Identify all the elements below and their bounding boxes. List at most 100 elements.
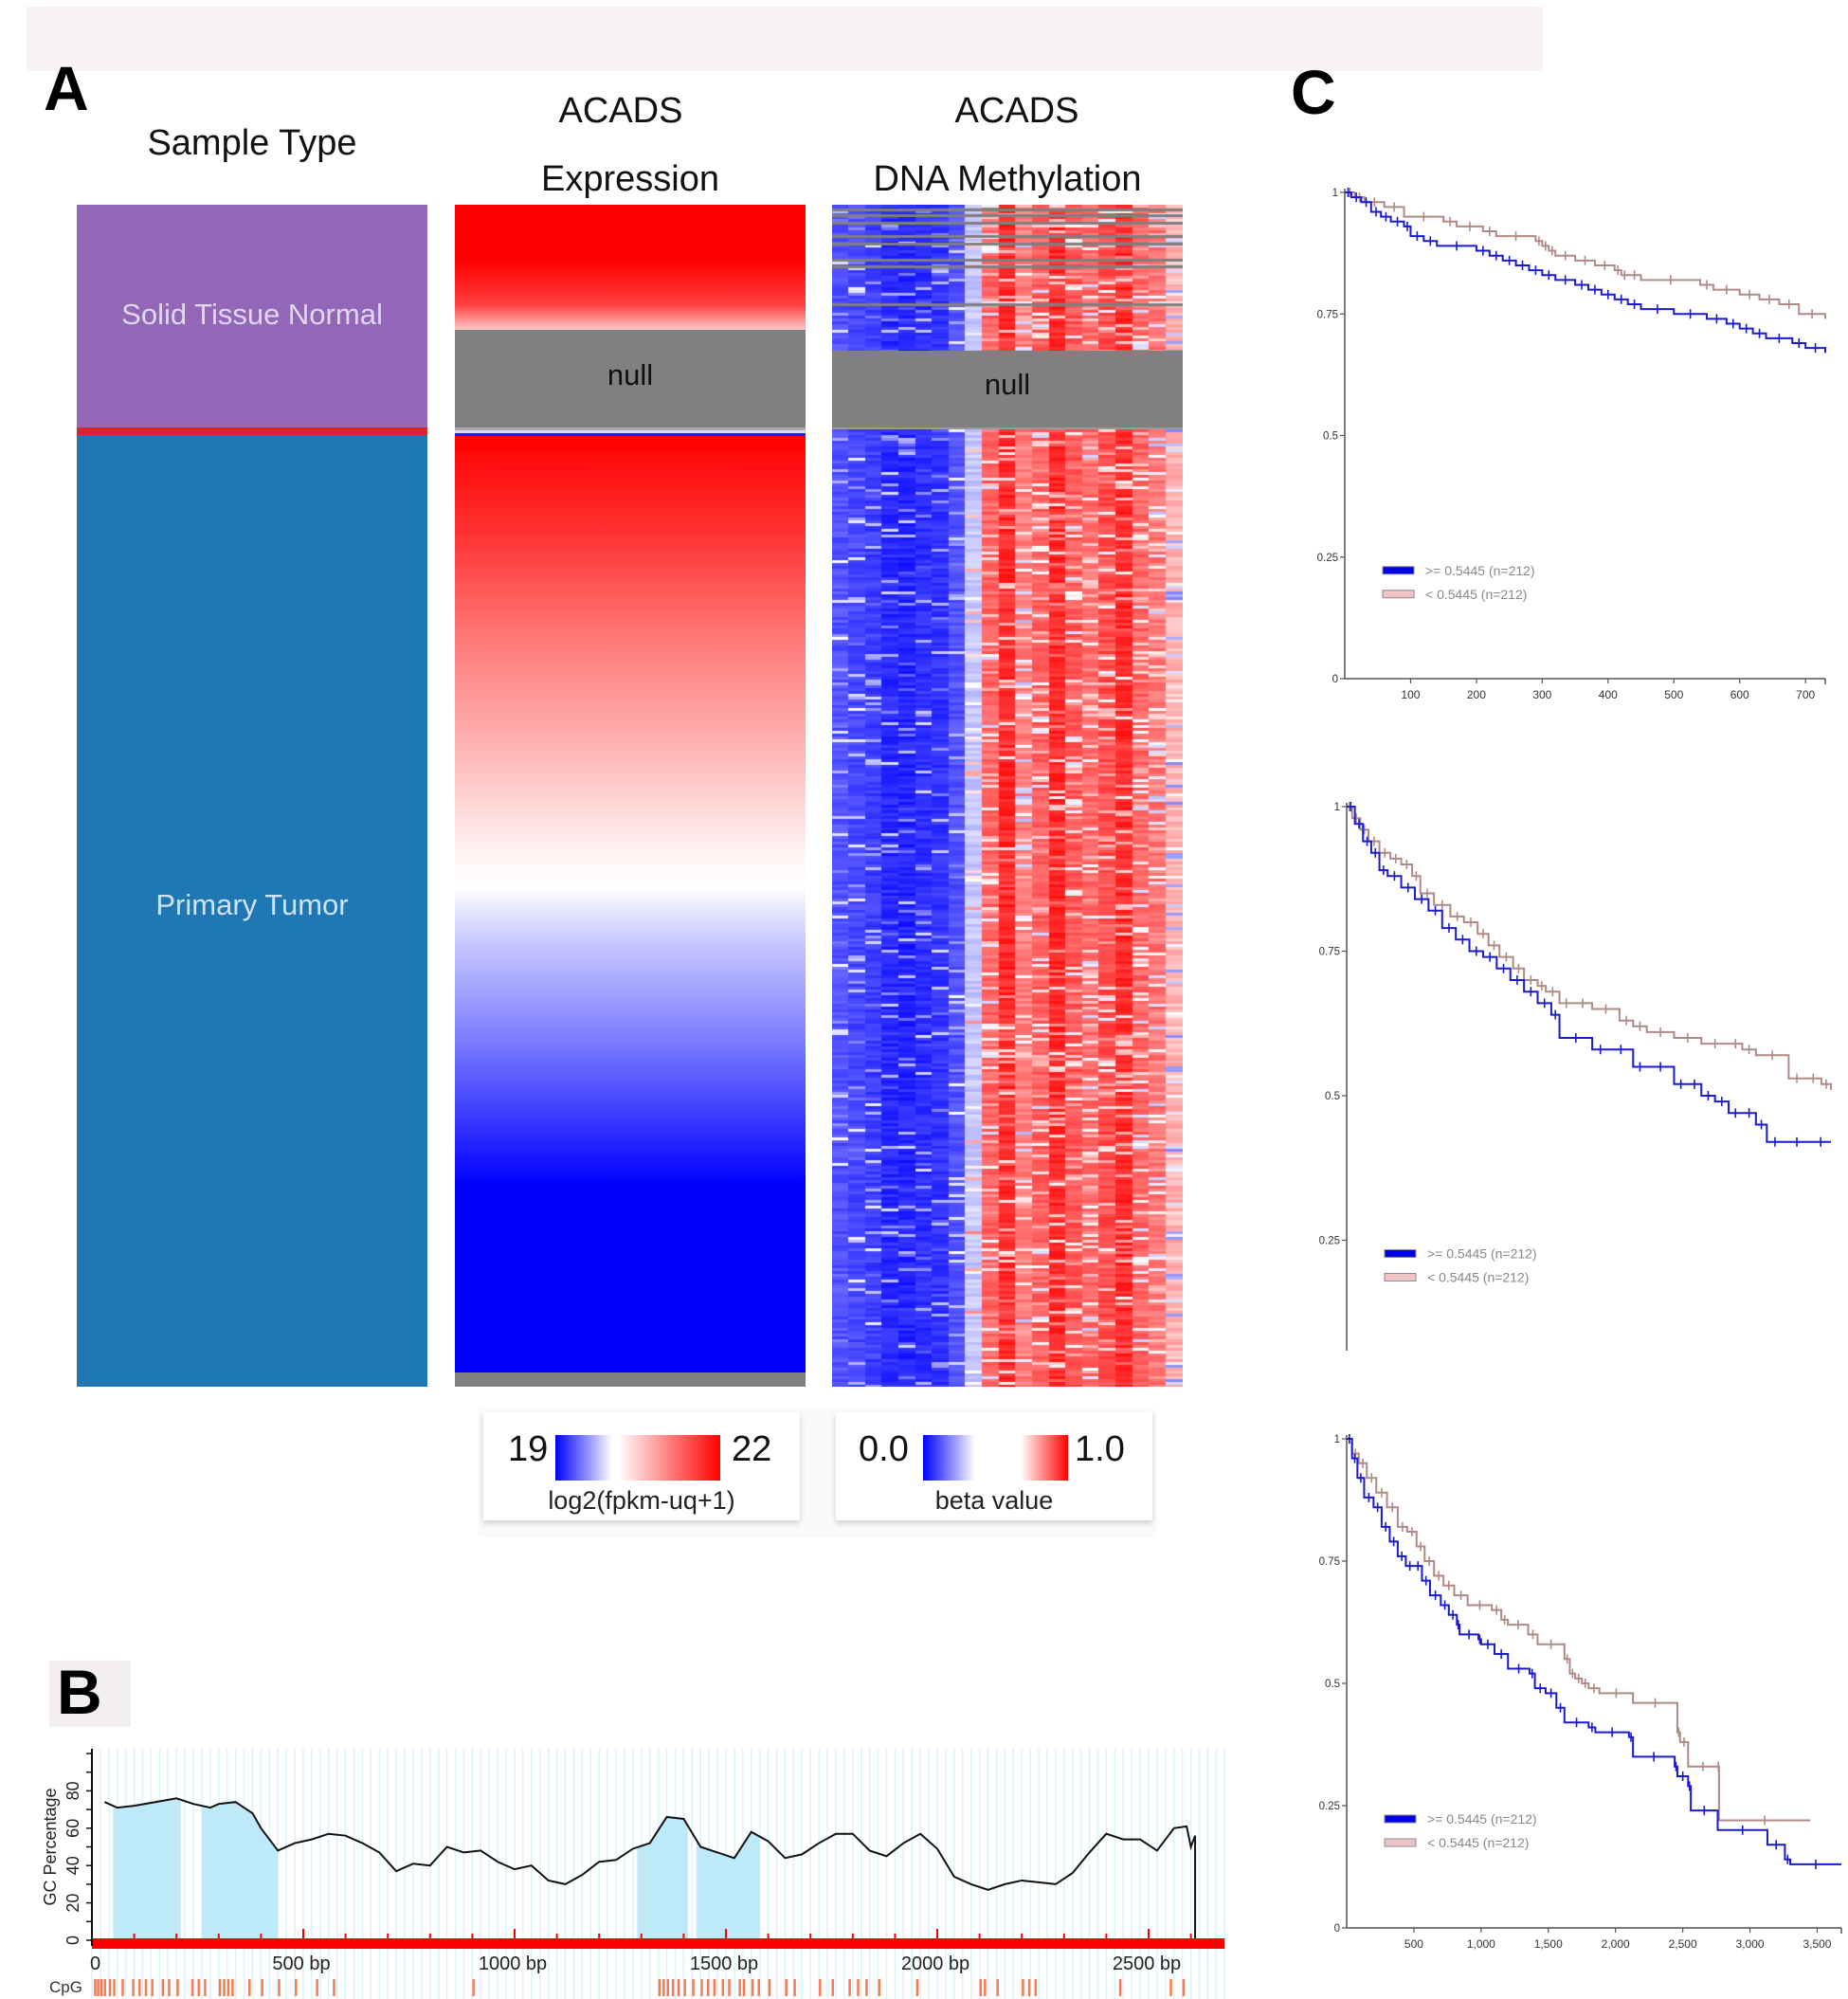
cpg-site-mark <box>666 1979 670 1996</box>
x-tick-label: 1500 bp <box>690 1954 758 1974</box>
y-tick-label: 20 <box>63 1894 82 1913</box>
km-legend-swatch <box>1382 566 1415 575</box>
km-legend-label: >= 0.5445 (n=212) <box>1427 1811 1537 1826</box>
cpg-site-mark <box>108 1979 112 1996</box>
km-plot-1: 0 0.25 0.5 0.75 1 100 200 300 400 500 600 700 >= 0.5… <box>1317 188 1826 701</box>
km-x-tick-label: 1,000 <box>1467 1937 1495 1951</box>
km-x-tick-label: 300 <box>1532 688 1551 701</box>
expression-legend-caption: log2(fpkm-uq+1) <box>548 1486 735 1515</box>
sample-group-normal[interactable]: Solid Tissue Normal <box>77 205 427 427</box>
cpg-site-mark <box>768 1979 771 1996</box>
methylation-title: DNA Methylation <box>873 159 1142 199</box>
x-tick-label: 2000 bp <box>901 1954 969 1974</box>
cpg-site-mark <box>662 1979 665 1996</box>
expression-normal-values[interactable] <box>455 205 806 330</box>
cpg-site-mark <box>100 1979 103 1996</box>
expression-null-block: null <box>455 330 806 430</box>
cpg-site-mark <box>197 1979 200 1996</box>
expression-null-tail <box>455 1372 806 1387</box>
methylation-legend-gradient-high <box>1021 1435 1068 1481</box>
km-curve <box>1345 191 1826 319</box>
methylation-null-label: null <box>984 368 1031 401</box>
km-legend-swatch <box>1384 1838 1417 1847</box>
expression-null-label: null <box>607 358 654 391</box>
cpg-site-mark <box>915 1979 919 1996</box>
cpg-site-mark <box>848 1979 851 1996</box>
cpg-site-mark <box>151 1979 154 1996</box>
km-y-tick-label: 1 <box>1334 802 1340 813</box>
km-x-tick-label: 100 <box>1401 688 1420 701</box>
cpg-site-mark <box>1118 1979 1122 1996</box>
cpg-site-mark <box>658 1979 661 1996</box>
sample-group-tumor-label: Primary Tumor <box>155 888 349 921</box>
panel-label-b: B <box>49 1661 131 1727</box>
sample-group-normal-label: Solid Tissue Normal <box>121 298 383 331</box>
expression-gene-title: ACADS <box>558 91 683 131</box>
km-x-tick-label: 200 <box>1467 688 1486 701</box>
expression-heatmap: null <box>455 205 806 1387</box>
cpg-site-mark <box>1182 1979 1186 1996</box>
y-tick-label: 60 <box>63 1819 82 1838</box>
km-y-tick-label: 0 <box>1332 674 1338 685</box>
x-tick-label: 0 <box>90 1954 100 1974</box>
km-x-tick-label: 400 <box>1599 688 1618 701</box>
cpg-site-mark <box>316 1979 318 1996</box>
km-y-tick-label: 0.5 <box>1325 1679 1340 1690</box>
cpg-site-mark <box>121 1979 124 1996</box>
expression-legend-min: 19 <box>508 1429 549 1469</box>
km-x-tick-label: 2,000 <box>1602 1937 1630 1951</box>
methylation-legend-min: 0.0 <box>859 1429 909 1469</box>
cpg-island-region <box>637 1798 688 1940</box>
km-y-tick-label: 0.25 <box>1319 1236 1340 1247</box>
km-y-tick-label: 0.25 <box>1319 1801 1340 1812</box>
sample-type-title: Sample Type <box>147 123 357 163</box>
expression-title: Expression <box>541 159 719 199</box>
cpg-site-mark <box>979 1979 983 1996</box>
cpg-site-mark <box>785 1979 788 1996</box>
cpg-site-mark <box>713 1979 716 1996</box>
cpg-site-mark <box>700 1979 703 1996</box>
methylation-gene-title: ACADS <box>954 91 1079 131</box>
km-x-tick-label: 600 <box>1730 688 1749 701</box>
cpg-site-mark <box>984 1979 987 1996</box>
sample-type-track: Solid Tissue Normal Primary Tumor <box>77 205 427 1387</box>
cpg-site-mark <box>878 1979 881 1996</box>
y-tick-label: 0 <box>63 1935 82 1945</box>
cpg-site-mark <box>819 1979 822 1996</box>
sample-group-tumor[interactable]: Primary Tumor <box>77 435 427 1387</box>
cpg-row-label: CpG <box>49 1978 82 1996</box>
cpg-site-mark <box>728 1979 731 1996</box>
km-y-tick-label: 0 <box>1334 1923 1340 1935</box>
km-plot-3: 0 0.25 0.5 0.75 1 500 1,000 1,500 2,000 2,500 3,00… <box>1319 1434 1842 1951</box>
km-x-tick-label: 700 <box>1796 688 1815 701</box>
cpg-site-mark <box>793 1979 796 1996</box>
km-legend-swatch <box>1382 590 1415 599</box>
expression-legend-max: 22 <box>732 1429 772 1469</box>
expression-legend: 19 22 log2(fpkm-uq+1) <box>483 1412 800 1520</box>
cpg-site-mark <box>1169 1979 1172 1996</box>
km-legend-swatch <box>1384 1814 1417 1824</box>
sequence-bar <box>92 1938 1225 1949</box>
cpg-site-mark <box>97 1979 100 1996</box>
cpg-island-region <box>696 1798 760 1940</box>
cpg-site-mark <box>278 1979 281 1996</box>
cpg-island-region <box>201 1798 279 1940</box>
km-y-tick-label: 0.75 <box>1319 947 1340 958</box>
km-y-tick-label: 0.5 <box>1325 1091 1340 1102</box>
km-x-tick-label: 500 <box>1664 688 1683 701</box>
cpg-site-mark <box>692 1979 695 1996</box>
cpg-site-mark <box>738 1979 741 1996</box>
expression-tumor-values[interactable] <box>455 436 806 1372</box>
cpg-site-mark <box>742 1979 746 1996</box>
cpg-site-mark <box>226 1979 230 1996</box>
km-y-tick-label: 1 <box>1332 188 1338 199</box>
km-x-tick-label: 1,500 <box>1534 1937 1563 1951</box>
x-tick-label: 2500 bp <box>1113 1954 1181 1974</box>
km-y-tick-label: 0.75 <box>1319 1556 1340 1568</box>
cpg-site-mark <box>472 1979 475 1996</box>
cpg-site-mark <box>1034 1979 1038 1996</box>
km-curve <box>1347 806 1832 1090</box>
cpg-site-mark <box>757 1979 760 1996</box>
panel-label-c: C <box>1291 57 1336 127</box>
cpg-site-mark <box>857 1979 860 1996</box>
